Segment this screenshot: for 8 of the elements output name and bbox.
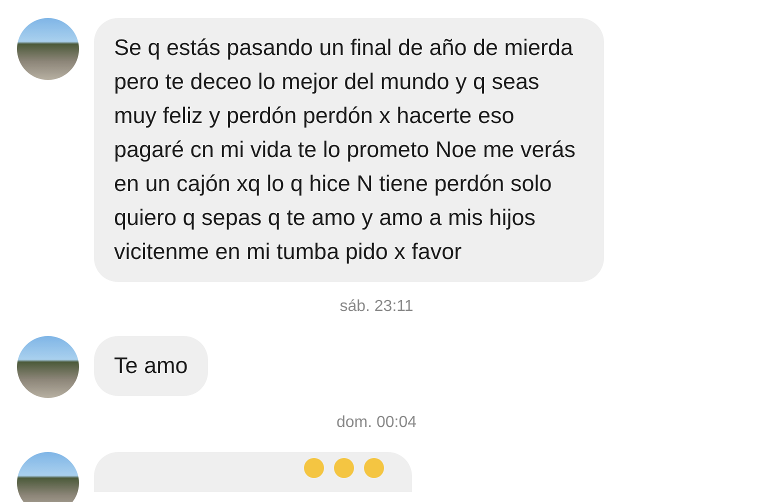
emoji-icon <box>304 458 324 478</box>
timestamp: sáb. 23:11 <box>340 298 414 316</box>
emoji-icon <box>334 458 354 478</box>
photo-avatar <box>17 452 79 502</box>
emoji-icon <box>364 458 384 478</box>
message-bubble: Se q estás pasando un final de año de mierda pero te deceo lo mejor del mundo y q seas muy feliz y perdón perdón x hacerte eso pagaré cn mi vida te lo prometo Noe me verás en un cajón xq lo q hice N tiene perdón solo quiero q sepas q te amo y amo a mis hijos vicitenme en mi tumba pido x favor <box>94 18 604 282</box>
timestamp: dom. 00:04 <box>336 414 418 432</box>
message-bubble: Te amo <box>94 336 208 396</box>
